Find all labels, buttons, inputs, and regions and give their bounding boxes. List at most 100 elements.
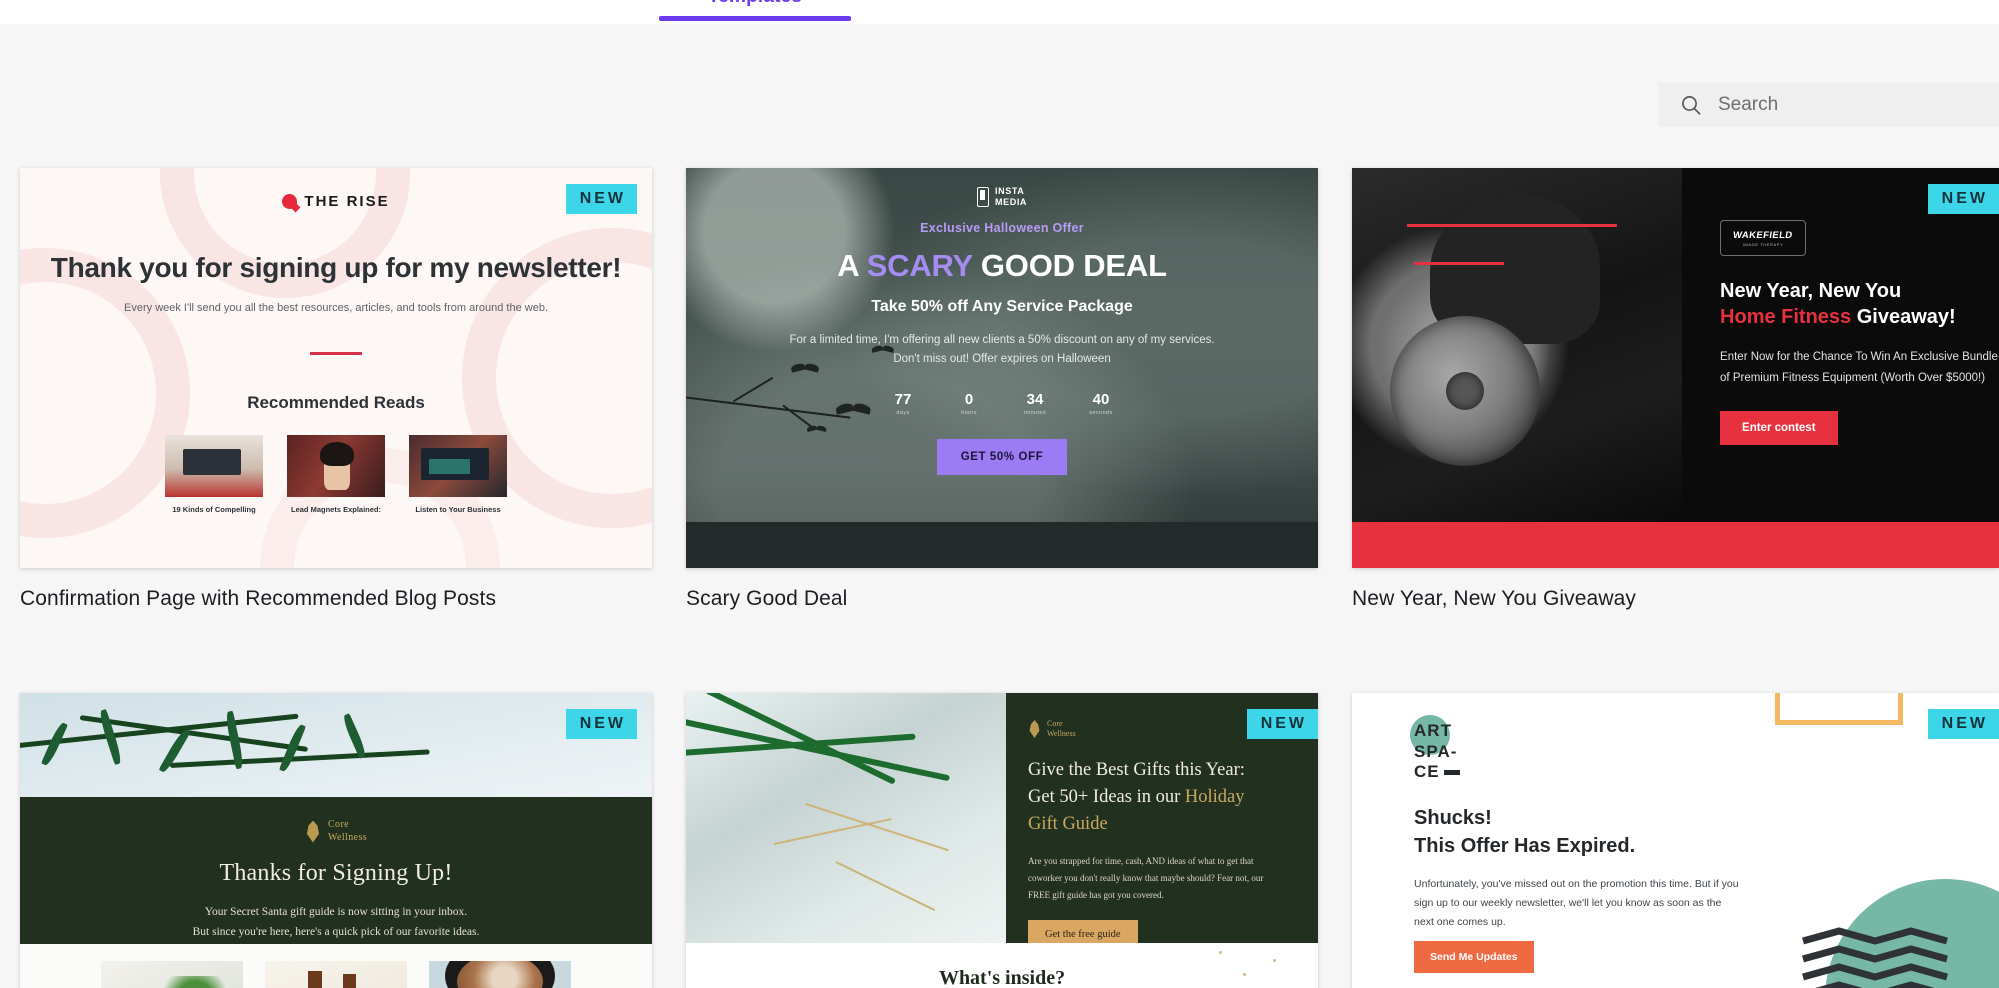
preview-heading: Thanks for Signing Up! xyxy=(219,860,453,886)
brand-name-line1: Core xyxy=(327,819,350,830)
new-badge: NEW xyxy=(565,709,638,739)
logo-line-1: ART xyxy=(1414,721,1452,740)
footer-bar xyxy=(1352,522,1999,568)
red-line-decoration xyxy=(1407,224,1618,227)
heading-line-2-before: Get 50+ Ideas in our xyxy=(1028,786,1185,807)
heading-highlight-b: Gift Guide xyxy=(1028,813,1108,834)
search-input[interactable] xyxy=(1702,93,1999,116)
preview-subtext: Your Secret Santa gift guide is now sitt… xyxy=(20,902,652,942)
template-card-scary-good-deal[interactable]: INSTA MEDIA Exclusive Halloween Offer A … xyxy=(686,168,1319,611)
new-badge: NEW xyxy=(565,184,638,214)
countdown-value: 77 xyxy=(894,390,912,408)
heading-highlight-a: Holiday xyxy=(1184,786,1245,807)
countdown-value: 34 xyxy=(1026,390,1044,408)
template-card-art-space-expired[interactable]: NEW ART SPA- CE Shucks! This Offer Has E… xyxy=(1352,693,1999,988)
new-badge: NEW xyxy=(1927,709,1999,739)
logo-main-text: WAKEFIELD xyxy=(1732,229,1794,241)
list-item: Lead Magnets Explained: xyxy=(287,435,385,514)
brand-name-line1: Core xyxy=(1047,719,1063,728)
brand-lockup: INSTA MEDIA xyxy=(686,186,1318,208)
tile-image xyxy=(429,961,571,988)
countdown-unit: 40 seconds xyxy=(1081,391,1121,416)
footer-bar xyxy=(686,522,1319,568)
new-badge: NEW xyxy=(1246,709,1319,739)
preview-heading: Give the Best Gifts this Year: Get 50+ I… xyxy=(1028,757,1284,837)
countdown-label: minutes xyxy=(1023,409,1047,416)
list-item: Listen to Your Business xyxy=(409,435,507,514)
hero-photo xyxy=(20,693,653,797)
list-item: 19 Kinds of Compelling xyxy=(165,435,263,514)
template-card-core-wellness-thanks[interactable]: NEW Core Wellness Thanks for Signing Up!… xyxy=(20,693,653,988)
template-card-confirmation-page[interactable]: NEW THE RISE Thank you for signing up fo… xyxy=(20,168,653,611)
template-grid: NEW THE RISE Thank you for signing up fo… xyxy=(20,168,1999,988)
search-icon xyxy=(1680,94,1702,116)
brand-lockup: Core Wellness xyxy=(20,797,652,844)
countdown-label: hours xyxy=(961,409,977,416)
hero-photo xyxy=(686,693,1007,943)
red-line-decoration xyxy=(1414,262,1505,265)
preview-heading: New Year, New You Home Fitness Giveaway! xyxy=(1720,278,1999,331)
preview-body: Unfortunately, you've missed out on the … xyxy=(1414,878,1739,928)
logo-line-3: CE xyxy=(1414,762,1440,782)
preview-cta-button: GET 50% OFF xyxy=(936,438,1068,475)
logo-sub-text: IMAGE THERAPY xyxy=(1742,241,1784,247)
divider xyxy=(310,352,362,356)
template-thumbnail[interactable]: INSTA MEDIA Exclusive Halloween Offer A … xyxy=(686,168,1319,568)
template-thumbnail[interactable]: Core Wellness Give the Best Gifts this Y… xyxy=(686,693,1319,988)
subtext-line-1: Your Secret Santa gift guide is now sitt… xyxy=(204,906,468,918)
preview-heading: Shucks! This Offer Has Expired. xyxy=(1414,805,1635,860)
wakefield-logo: WAKEFIELD IMAGE THERAPY xyxy=(1720,220,1807,256)
brand-name-line2: Wellness xyxy=(327,831,368,843)
countdown-label: days xyxy=(896,409,910,416)
body-line-2: Don't miss out! Offer expires on Hallowe… xyxy=(893,352,1111,365)
leaf-icon xyxy=(306,820,320,843)
template-card-holiday-gift-guide[interactable]: Core Wellness Give the Best Gifts this Y… xyxy=(686,693,1319,988)
zigzag-decoration xyxy=(1802,927,1948,988)
subtext-line-2: But since you're here, here's a quick pi… xyxy=(192,926,480,939)
template-thumbnail[interactable]: NEW Core Wellness Thanks for Signing Up!… xyxy=(20,693,653,988)
template-title: Confirmation Page with Recommended Blog … xyxy=(20,587,497,610)
countdown-timer: 77 days 0 hours 34 minutes 40 seconds xyxy=(686,391,1318,416)
list-item-caption: 19 Kinds of Compelling xyxy=(172,505,256,515)
preview-subheading: Take 50% off Any Service Package xyxy=(871,297,1133,315)
list-item-caption: Lead Magnets Explained: xyxy=(290,505,382,515)
thumbnail-image xyxy=(287,435,385,498)
countdown-label: seconds xyxy=(1089,409,1113,416)
preview-heading: A SCARY GOOD DEAL xyxy=(686,248,1318,284)
template-row: NEW THE RISE Thank you for signing up fo… xyxy=(20,168,1999,611)
template-thumbnail[interactable]: NEW WAKEFIELD IMAGE THERAPY New Year, Ne… xyxy=(1352,168,1999,568)
preview-section-heading: Recommended Reads xyxy=(247,393,425,413)
template-gallery: NEW THE RISE Thank you for signing up fo… xyxy=(0,24,1999,988)
brand-name-line2: Wellness xyxy=(1047,729,1076,738)
brand-name-line2: MEDIA xyxy=(995,196,1028,207)
tile-image xyxy=(101,961,243,988)
leaf-icon xyxy=(1029,720,1040,738)
template-thumbnail[interactable]: NEW THE RISE Thank you for signing up fo… xyxy=(20,168,653,568)
countdown-unit: 34 minutes xyxy=(1015,391,1055,416)
template-card-new-year-giveaway[interactable]: NEW WAKEFIELD IMAGE THERAPY New Year, Ne… xyxy=(1352,168,1999,611)
brand-lockup: Core Wellness xyxy=(1028,719,1284,739)
template-thumbnail[interactable]: NEW ART SPA- CE Shucks! This Offer Has E… xyxy=(1352,693,1999,988)
whats-inside-section: What's inside? 38 gift ideas Gift ideas … xyxy=(686,943,1319,988)
preview-cta-button: Enter contest xyxy=(1720,411,1838,446)
search-bar[interactable] xyxy=(1658,82,1999,127)
recommended-reads-list: 19 Kinds of Compelling Lead Magnets Expl… xyxy=(20,435,652,514)
logo-line-2: SPA- xyxy=(1414,741,1458,761)
bracket-decoration xyxy=(1775,693,1903,725)
preview-heading: Thank you for signing up for my newslett… xyxy=(50,252,622,283)
preview-section-heading: What's inside? xyxy=(938,967,1066,988)
countdown-unit: 77 days xyxy=(883,391,923,416)
heading-line-1: Give the Best Gifts this Year: xyxy=(1028,760,1245,780)
tab-templates-label[interactable]: Templates xyxy=(659,0,851,8)
thumbnail-image xyxy=(409,435,507,498)
gym-photo xyxy=(1352,168,1683,522)
gift-idea-tiles xyxy=(20,961,652,988)
preview-subtext: Every week I'll send you all the best re… xyxy=(124,301,548,314)
heading-line-1: Shucks! xyxy=(1414,807,1492,829)
content-panel: NEW WAKEFIELD IMAGE THERAPY New Year, Ne… xyxy=(1682,168,1999,522)
countdown-value: 40 xyxy=(1092,390,1110,408)
countdown-unit: 0 hours xyxy=(949,391,989,416)
list-item-caption: Listen to Your Business xyxy=(415,505,501,515)
tab-bar: Templates xyxy=(0,0,1999,24)
tile-image xyxy=(265,961,407,988)
